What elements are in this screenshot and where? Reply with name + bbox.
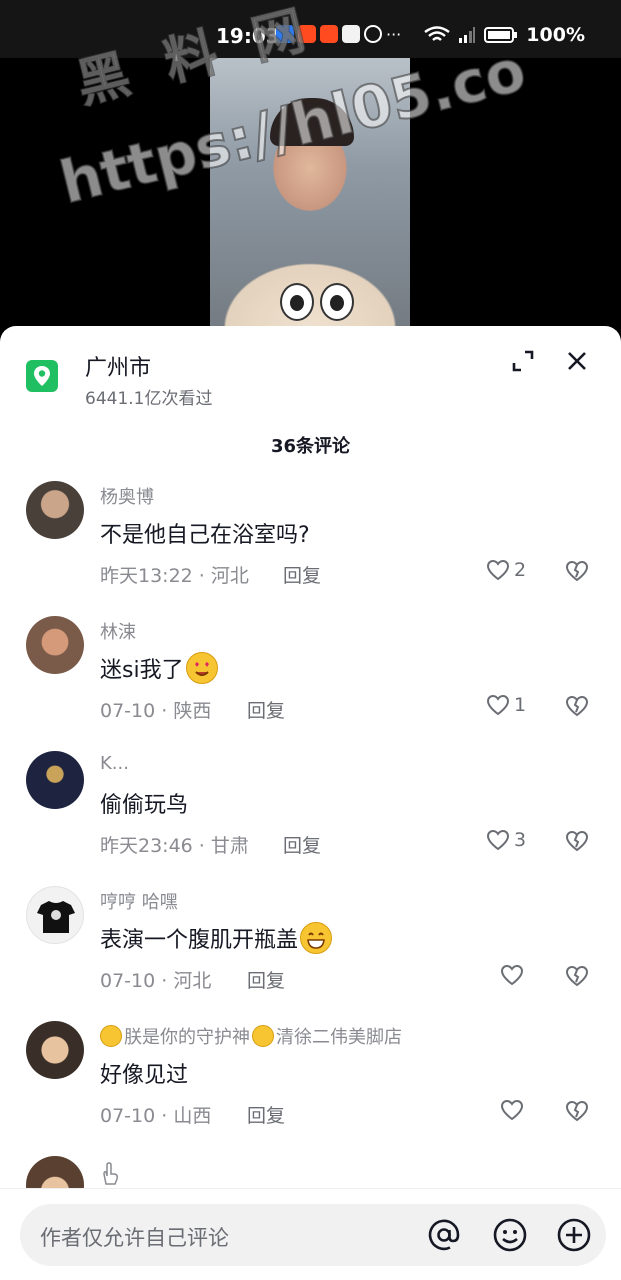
comment-item: K... 偷偷玩鸟 昨天23:46 · 甘肃 回复 3 xyxy=(0,751,621,881)
comment-text: 不是他自己在浴室吗? xyxy=(100,523,310,548)
notification-icons: ··· xyxy=(276,25,401,44)
comment-username[interactable]: 林涑 xyxy=(100,618,136,644)
wifi-icon xyxy=(424,26,451,41)
reply-button[interactable]: 回复 xyxy=(247,966,285,993)
avatar[interactable] xyxy=(26,481,84,539)
comment-item xyxy=(0,1156,621,1188)
location-views: 6441.1亿次看过 xyxy=(85,389,213,409)
input-divider xyxy=(0,1188,621,1189)
heart-icon xyxy=(500,1099,524,1121)
comment-text: 迷si我了 xyxy=(100,652,218,684)
heart-icon xyxy=(486,694,510,716)
broken-heart-icon[interactable] xyxy=(565,829,589,853)
like-button[interactable]: 1 xyxy=(486,694,526,716)
comment-count: 36条评论 xyxy=(270,436,351,457)
comment-text: 好像见过 xyxy=(100,1063,189,1088)
signal-icon xyxy=(459,27,476,43)
like-count: 2 xyxy=(514,559,527,581)
emoji-icon[interactable] xyxy=(492,1217,528,1253)
heart-icon xyxy=(500,964,524,986)
smiling-hearts-emoji-icon xyxy=(252,1025,274,1047)
hotspot-icon xyxy=(364,25,382,43)
comment-item: 林涑 迷si我了 07-10 · 陕西 回复 1 xyxy=(0,616,621,746)
comment-username[interactable]: 朕是你的守护神 清徐二伟美脚店 xyxy=(100,1023,402,1049)
reply-button[interactable]: 回复 xyxy=(247,696,285,723)
comment-text: 偷偷玩鸟 xyxy=(100,793,189,818)
comment-input-bar[interactable]: 作者仅允许自己评论 xyxy=(20,1204,606,1266)
grinning-emoji-icon xyxy=(300,922,333,954)
comment-item: 朕是你的守护神 清徐二伟美脚店 好像见过 07-10 · 山西 回复 xyxy=(0,1021,621,1151)
broken-heart-icon[interactable] xyxy=(565,964,589,988)
battery-icon xyxy=(484,27,518,43)
like-count: 1 xyxy=(514,694,527,716)
heart-icon xyxy=(486,829,510,851)
hand-icon xyxy=(103,1162,118,1185)
comment-time-location: 07-10 · 河北 xyxy=(100,970,212,992)
location-title[interactable]: 广州市 xyxy=(85,350,151,382)
comment-item: 杨奥博 不是他自己在浴室吗? 昨天13:22 · 河北 回复 2 xyxy=(0,481,621,611)
avatar[interactable] xyxy=(26,886,84,944)
comment-username[interactable]: 杨奥博 xyxy=(100,483,154,509)
app-notification-icon xyxy=(298,25,316,43)
like-button[interactable] xyxy=(500,1099,524,1121)
status-bar: 19:03 ··· 100% xyxy=(0,0,621,58)
broken-heart-icon[interactable] xyxy=(565,1099,589,1123)
avatar[interactable] xyxy=(26,1156,84,1188)
comment-input-placeholder[interactable]: 作者仅允许自己评论 xyxy=(40,1222,229,1252)
map-pin-icon xyxy=(26,360,58,392)
broken-heart-icon[interactable] xyxy=(565,559,589,583)
broken-heart-icon[interactable] xyxy=(565,694,589,718)
video-player[interactable] xyxy=(0,58,621,338)
reply-button[interactable]: 回复 xyxy=(283,831,321,858)
like-button[interactable]: 3 xyxy=(486,829,526,851)
battery-percentage: 100% xyxy=(526,24,585,46)
comment-text: 表演一个腹肌开瓶盖 xyxy=(100,922,333,954)
avatar[interactable] xyxy=(26,1021,84,1079)
more-icon: ··· xyxy=(386,25,402,44)
tongue-emoji-icon xyxy=(100,1025,122,1047)
status-time: 19:03 xyxy=(216,24,280,48)
comment-username[interactable]: K... xyxy=(100,753,129,774)
comment-item: 哼哼 哈嘿 表演一个腹肌开瓶盖 07-10 · 河北 回复 xyxy=(0,886,621,1016)
comment-time-location: 07-10 · 山西 xyxy=(100,1105,212,1127)
close-icon[interactable] xyxy=(562,346,592,376)
app-notification-icon xyxy=(342,25,360,43)
app-notification-icon xyxy=(320,25,338,43)
expand-icon[interactable] xyxy=(508,346,538,376)
avatar[interactable] xyxy=(26,751,84,809)
comment-username[interactable]: 哼哼 哈嘿 xyxy=(100,888,178,914)
reply-button[interactable]: 回复 xyxy=(247,1101,285,1128)
like-count: 3 xyxy=(514,829,527,851)
heart-icon xyxy=(486,559,510,581)
like-button[interactable] xyxy=(500,964,524,986)
comment-time-location: 昨天13:22 · 河北 xyxy=(100,565,249,587)
plus-circle-icon[interactable] xyxy=(556,1217,592,1253)
app-notification-icon xyxy=(276,25,294,43)
comment-time-location: 昨天23:46 · 甘肃 xyxy=(100,835,249,857)
heart-eyes-emoji-icon xyxy=(185,652,218,684)
at-icon[interactable] xyxy=(426,1217,462,1253)
comment-time-location: 07-10 · 陕西 xyxy=(100,700,212,722)
avatar[interactable] xyxy=(26,616,84,674)
shirt-eyes-graphic xyxy=(280,283,354,321)
like-button[interactable]: 2 xyxy=(486,559,526,581)
reply-button[interactable]: 回复 xyxy=(283,561,321,588)
video-frame xyxy=(210,58,410,328)
